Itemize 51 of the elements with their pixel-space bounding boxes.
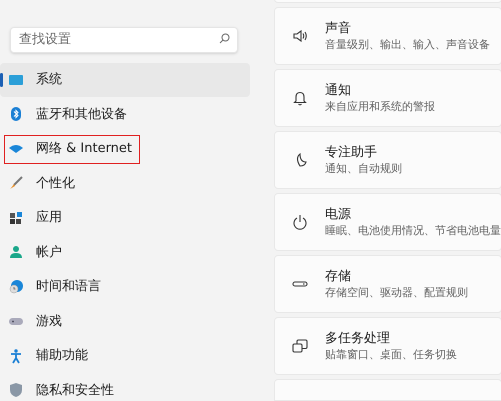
sidebar-item[interactable]: 游戏 bbox=[0, 304, 250, 338]
sidebar-item[interactable]: 隐私和安全性 bbox=[0, 373, 250, 401]
sidebar-item-label: 应用 bbox=[36, 209, 62, 227]
sidebar-item-label: 帐户 bbox=[36, 244, 62, 262]
bell-icon bbox=[291, 89, 309, 108]
settings-card[interactable]: 声音 音量级别、输出、输入、声音设备 bbox=[274, 7, 501, 66]
sidebar-item-label: 游戏 bbox=[36, 312, 62, 330]
sidebar-item-label: 隐私和安全性 bbox=[36, 382, 114, 400]
settings-card[interactable]: 电源 睡眠、电池使用情况、节省电池电量 bbox=[274, 193, 501, 252]
sidebar-item-label: 辅助功能 bbox=[36, 347, 88, 365]
settings-card[interactable]: 专注助手 通知、自动规则 bbox=[274, 131, 501, 190]
sidebar-item[interactable]: 网络 & Internet bbox=[0, 132, 250, 166]
search-field[interactable]: 查找设置 bbox=[10, 26, 238, 52]
card-title: 存储 bbox=[325, 268, 352, 286]
sidebar-item[interactable]: 时间和语言 bbox=[0, 270, 250, 304]
sidebar-item[interactable]: 应用 bbox=[0, 200, 250, 235]
card-title: 电源 bbox=[325, 206, 352, 224]
card-subtitle: 贴靠窗口、桌面、任务切换 bbox=[325, 347, 457, 362]
sidebar-item[interactable]: 系统 bbox=[0, 62, 250, 97]
selection-indicator bbox=[0, 72, 3, 86]
sidebar-item[interactable]: 蓝牙和其他设备 bbox=[0, 97, 250, 132]
sidebar-item-label: 网络 & Internet bbox=[36, 140, 132, 158]
sidebar-item[interactable]: 帐户 bbox=[0, 235, 250, 270]
settings-card[interactable]: 存储 存储空间、驱动器、配置规则 bbox=[274, 255, 501, 314]
card-title: 专注助手 bbox=[325, 144, 378, 162]
sidebar-item[interactable]: 个性化 bbox=[0, 166, 250, 200]
card-subtitle: 睡眠、电池使用情况、节省电池电量 bbox=[325, 223, 501, 238]
card-title: 通知 bbox=[325, 82, 352, 100]
power-icon bbox=[291, 213, 309, 232]
settings-card[interactable]: 通知 来自应用和系统的警报 bbox=[274, 69, 501, 128]
card-subtitle: 存储空间、驱动器、配置规则 bbox=[325, 285, 468, 300]
windows-icon bbox=[291, 337, 309, 356]
sidebar-item[interactable]: 辅助功能 bbox=[0, 338, 250, 373]
settings-card[interactable]: 多任务处理 贴靠窗口、桌面、任务切换 bbox=[274, 317, 501, 376]
person-icon bbox=[8, 244, 24, 260]
sidebar-item-label: 蓝牙和其他设备 bbox=[36, 106, 127, 124]
sidebar-item-label: 个性化 bbox=[36, 174, 75, 192]
search-icon bbox=[219, 33, 230, 44]
shield-icon bbox=[8, 382, 24, 398]
card-subtitle: 通知、自动规则 bbox=[325, 161, 402, 176]
accessibility-icon bbox=[8, 348, 24, 364]
card-subtitle: 音量级别、输出、输入、声音设备 bbox=[325, 37, 490, 52]
card-title: 多任务处理 bbox=[325, 330, 391, 348]
card-title: 声音 bbox=[325, 20, 352, 38]
drive-icon bbox=[292, 281, 308, 288]
sidebar-item-label: 时间和语言 bbox=[36, 278, 101, 296]
sidebar-item-label: 系统 bbox=[36, 71, 62, 89]
card-subtitle: 来自应用和系统的警报 bbox=[325, 99, 435, 114]
apps-icon bbox=[8, 210, 24, 226]
bluetooth-icon bbox=[8, 106, 24, 122]
globe-clock-icon bbox=[8, 278, 24, 295]
